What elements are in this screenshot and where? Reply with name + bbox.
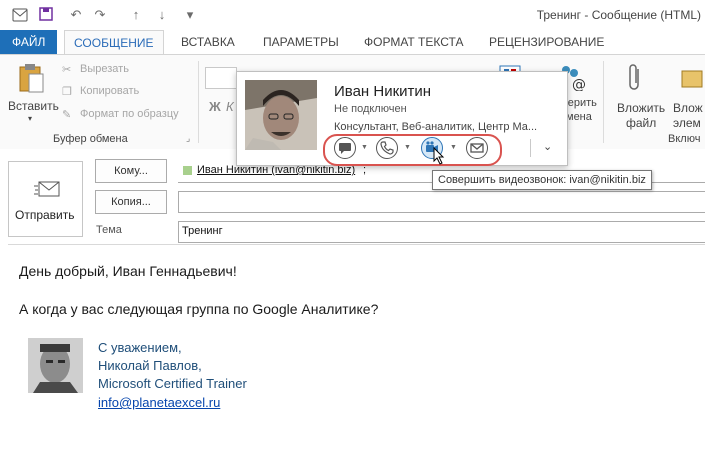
tab-format-text[interactable]: ФОРМАТ ТЕКСТА (355, 30, 472, 54)
to-button[interactable]: Кому... (95, 159, 167, 183)
svg-text:@: @ (572, 77, 586, 91)
envelope-attach-icon (680, 65, 704, 94)
subject-value: Тренинг (182, 225, 223, 237)
bold-button[interactable]: Ж (209, 99, 221, 114)
attach-item-label-2: элем (673, 116, 701, 129)
contact-title: Консультант, Веб-аналитик, Центр Ма... (334, 121, 538, 133)
send-button[interactable]: Отправить (8, 161, 83, 237)
up-arrow-icon[interactable]: ↑ (128, 7, 144, 23)
email-icon[interactable] (466, 137, 488, 159)
signature-email-link[interactable]: info@planetaexcel.ru (98, 395, 220, 410)
copy-icon: ❐ (62, 86, 72, 98)
verify-names-label-2[interactable]: мена (566, 111, 592, 123)
copy-label: Копировать (80, 85, 140, 97)
signature-line-3: Microsoft Certified Trainer (98, 376, 247, 391)
tab-message[interactable]: СООБЩЕНИЕ (64, 30, 164, 56)
signature-line-1: С уважением, (98, 340, 182, 355)
call-icon[interactable] (376, 137, 398, 159)
attach-file-label-1: Вложить (617, 101, 666, 115)
dialog-launcher-icon[interactable]: ⌟ (186, 133, 190, 144)
title-bar: ↶ ↷ ↑ ↓ ▾ Тренинг - Сообщение (HTML) (0, 0, 705, 30)
contact-photo (245, 80, 317, 150)
separator (198, 61, 199, 143)
card-separator (530, 139, 531, 157)
question-text: А когда у вас следующая группа по Google… (19, 301, 379, 317)
separator (603, 61, 604, 143)
subject-label: Тема (96, 224, 122, 236)
call-dropdown-icon[interactable]: ▼ (404, 144, 411, 151)
outlook-icon (12, 7, 28, 23)
tooltip: Совершить видеозвонок: ivan@nikitin.biz (432, 170, 652, 190)
cc-button[interactable]: Копия... (95, 190, 167, 214)
expand-card-icon[interactable]: ⌄ (543, 140, 552, 153)
tab-options[interactable]: ПАРАМЕТРЫ (254, 30, 348, 54)
window-title: Тренинг - Сообщение (HTML) (536, 8, 701, 22)
paste-button[interactable]: Вставить ▾ (8, 57, 59, 129)
presence-indicator (183, 166, 192, 175)
im-dropdown-icon[interactable]: ▼ (361, 144, 368, 151)
format-painter-label: Формат по образцу (80, 108, 179, 120)
attach-item-label-1: Влож (673, 101, 703, 115)
contact-status: Не подключен (334, 103, 407, 115)
greeting-text: День добрый, Иван Геннадьевич! (19, 263, 237, 279)
include-caption: Включ (668, 133, 701, 145)
mouse-cursor-icon (433, 146, 445, 168)
save-icon[interactable] (38, 7, 54, 23)
ribbon-tabs: ФАЙЛ СООБЩЕНИЕ ВСТАВКА ПАРАМЕТРЫ ФОРМАТ … (0, 30, 705, 56)
down-arrow-icon[interactable]: ↓ (154, 7, 170, 23)
paperclip-icon (626, 63, 644, 96)
im-icon[interactable] (334, 137, 356, 159)
customize-toolbar-icon[interactable]: ▾ (182, 7, 198, 23)
signature-line-2: Николай Павлов, (98, 358, 202, 373)
tab-file[interactable]: ФАЙЛ (0, 30, 58, 54)
undo-icon[interactable]: ↶ (68, 7, 84, 23)
scissors-icon: ✂ (62, 64, 72, 76)
tab-review[interactable]: РЕЦЕНЗИРОВАНИЕ (480, 30, 613, 54)
attach-item-button[interactable]: Влож элем (670, 59, 705, 129)
font-name-box[interactable] (205, 67, 237, 89)
clipboard-caption: Буфер обмена (53, 133, 128, 145)
tab-insert[interactable]: ВСТАВКА (172, 30, 244, 54)
brush-icon: ✎ (62, 109, 72, 121)
clipboard-icon (18, 63, 44, 96)
subject-field[interactable]: Тренинг (178, 221, 705, 243)
video-dropdown-icon[interactable]: ▼ (450, 144, 457, 151)
send-envelope-icon (33, 178, 61, 203)
attach-file-button[interactable]: Вложить файл (612, 59, 666, 130)
attach-file-label-2: файл (626, 116, 657, 130)
cut-label: Вырезать (80, 63, 129, 75)
send-label: Отправить (15, 208, 75, 222)
signature-photo (28, 338, 83, 393)
redo-icon[interactable]: ↷ (92, 7, 108, 23)
cc-field[interactable] (178, 191, 705, 213)
paste-label: Вставить (8, 99, 59, 113)
contact-name: Иван Никитин (334, 83, 432, 100)
paste-dropdown-icon: ▾ (28, 114, 33, 123)
body-separator (8, 244, 705, 245)
italic-button[interactable]: К (226, 99, 234, 114)
